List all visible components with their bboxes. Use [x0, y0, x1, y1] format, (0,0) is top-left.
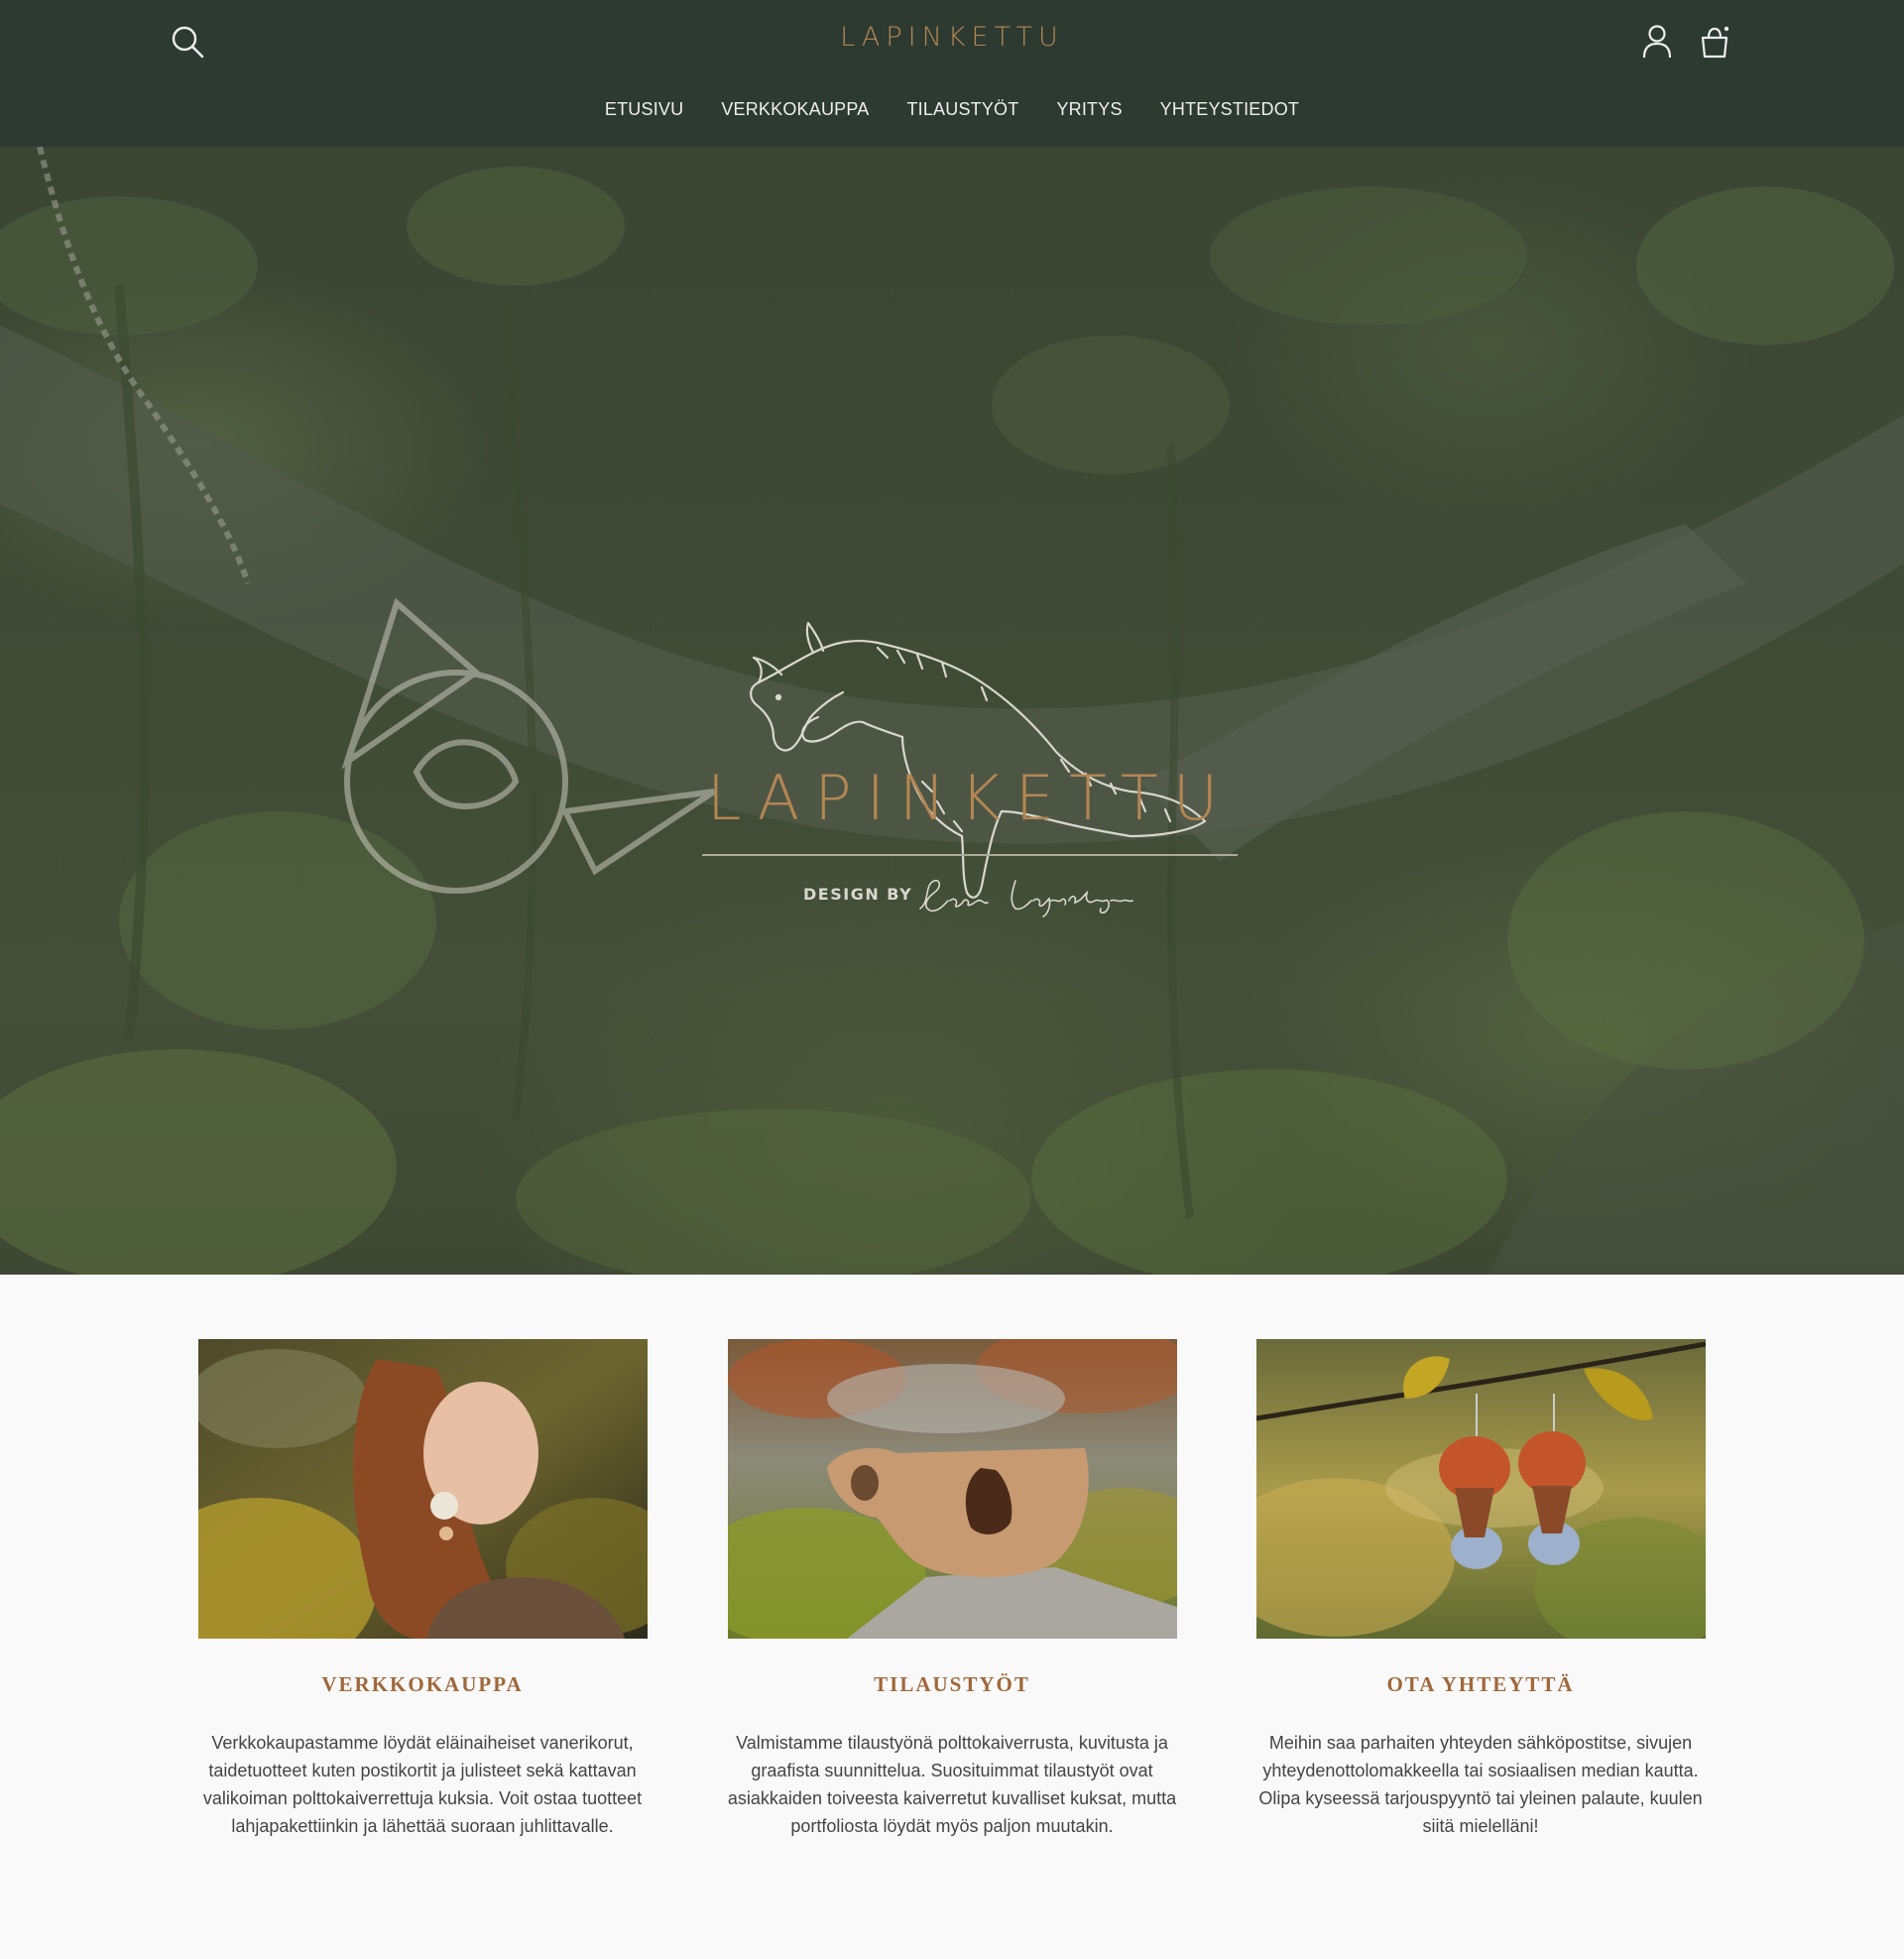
card-image-verkkokauppa[interactable]: [197, 1339, 648, 1639]
card-text-ota-yhteytta: Meihin saa parhaiten yhteyden sähköposti…: [1258, 1733, 1703, 1836]
card-text-tilaustyot: Valmistamme tilaustyönä polttokaiverrust…: [727, 1733, 1177, 1836]
card-title-tilaustyot[interactable]: TILAUSTYÖT: [714, 1672, 1190, 1697]
design-by-label: DESIGN BY: [803, 885, 913, 904]
nav-item-etusivu[interactable]: ETUSIVU: [605, 99, 683, 120]
user-icon[interactable]: [1640, 24, 1674, 60]
card-title-ota-yhteytta[interactable]: OTA YHTEYTTÄ: [1243, 1672, 1719, 1697]
card-tilaustyot: TILAUSTYÖT Valmistamme tilaustyönä poltt…: [714, 1339, 1190, 1840]
hero-banner: LAPINKETTU DESIGN BY: [0, 147, 1904, 1275]
hero-brand-title: LAPINKETTU: [706, 762, 1234, 834]
card-title-verkkokauppa[interactable]: VERKKOKAUPPA: [184, 1672, 660, 1697]
site-logo[interactable]: LAPINKETTU: [0, 22, 1904, 53]
designer-signature: [919, 879, 1133, 918]
card-verkkokauppa: VERKKOKAUPPA Verkkokaupastamme löydät el…: [184, 1339, 660, 1840]
hero-divider: [702, 854, 1238, 856]
card-image-tilaustyot[interactable]: [727, 1339, 1177, 1639]
main-navigation: ETUSIVU VERKKOKAUPPA TILAUSTYÖT YRITYS Y…: [0, 99, 1904, 120]
nav-item-verkkokauppa[interactable]: VERKKOKAUPPA: [721, 99, 869, 120]
nav-item-tilaustyot[interactable]: TILAUSTYÖT: [906, 99, 1018, 120]
card-ota-yhteytta: OTA YHTEYTTÄ Meihin saa parhaiten yhteyd…: [1243, 1339, 1719, 1840]
card-image-ota-yhteytta[interactable]: [1255, 1339, 1706, 1639]
card-text-verkkokauppa: Verkkokaupastamme löydät eläinaiheiset v…: [202, 1733, 643, 1836]
feature-cards-section: VERKKOKAUPPA Verkkokaupastamme löydät el…: [0, 1275, 1904, 1959]
site-header: LAPINKETTU ETUSIVU VERKKOKAUPPA TILAUSTY…: [0, 0, 1904, 147]
shopping-bag-icon[interactable]: [1698, 24, 1731, 60]
nav-item-yritys[interactable]: YRITYS: [1056, 99, 1122, 120]
nav-item-yhteystiedot[interactable]: YHTEYSTIEDOT: [1160, 99, 1299, 120]
